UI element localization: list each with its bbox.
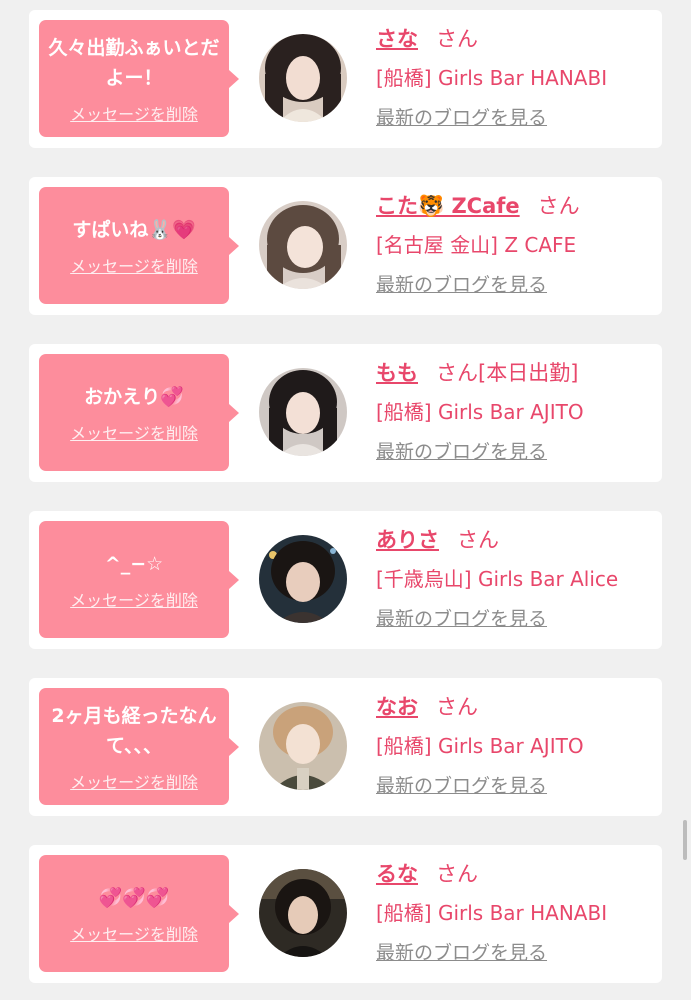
list-item: すぱいね🐰💗 メッセージを削除 こた🐯 ZCafe さん [名古屋 金山] Z C… [29,177,662,315]
delete-message-link[interactable]: メッセージを削除 [70,253,198,277]
message-text: おかえり💞 [84,385,184,408]
honorific: さん [436,361,478,385]
avatar[interactable] [259,368,347,456]
scrollbar[interactable] [683,820,687,860]
avatar[interactable] [259,34,347,122]
message-text: 💞💞💞 [98,886,170,909]
list-item: 久々出勤ふぁいとだよー！ メッセージを削除 さな さん [船橋] Girls Ba… [29,10,662,148]
user-name-link[interactable]: さな [376,27,418,51]
avatar[interactable] [259,201,347,289]
message-bubble: すぱいね🐰💗 メッセージを削除 [39,187,239,304]
message-text: すぱいね🐰💗 [72,218,196,241]
delete-message-link[interactable]: メッセージを削除 [70,101,198,125]
message-text: 2ヶ月も経ったなんて、、、 [51,704,217,757]
avatar[interactable] [259,535,347,623]
message-bubble: ^_−☆ メッセージを削除 [39,521,239,638]
user-name-link[interactable]: なお [376,695,418,719]
list-item: ^_−☆ メッセージを削除 ありさ さん [千歳烏山] Girls Bar Ali… [29,511,662,649]
user-name-link[interactable]: もも [376,361,418,385]
honorific: さん [537,194,580,218]
avatar[interactable] [259,702,347,790]
shop-name: [船橋] Girls Bar HANABI [376,66,608,90]
list-item: 2ヶ月も経ったなんて、、、 メッセージを削除 なお さん [船橋] Girls B… [29,678,662,816]
delete-message-link[interactable]: メッセージを削除 [70,921,198,945]
status-badge: [本日出勤] [478,361,579,385]
honorific: さん [436,27,478,51]
delete-message-link[interactable]: メッセージを削除 [70,769,198,793]
latest-blog-link[interactable]: 最新のブログを見る [376,599,656,639]
latest-blog-link[interactable]: 最新のブログを見る [376,98,656,138]
list-item: おかえり💞 メッセージを削除 もも さん[本日出勤] [船橋] Girls Bar… [29,344,662,482]
message-bubble: 久々出勤ふぁいとだよー！ メッセージを削除 [39,20,239,137]
latest-blog-link[interactable]: 最新のブログを見る [376,766,656,806]
delete-message-link[interactable]: メッセージを削除 [70,420,198,444]
latest-blog-link[interactable]: 最新のブログを見る [376,933,656,973]
message-text: 久々出勤ふぁいとだよー！ [48,36,220,89]
message-bubble: 2ヶ月も経ったなんて、、、 メッセージを削除 [39,688,239,805]
honorific: さん [457,528,499,552]
user-name-link[interactable]: るな [376,862,418,886]
user-name-link[interactable]: ありさ [376,528,439,552]
user-name-link[interactable]: こた🐯 ZCafe [376,194,520,218]
message-bubble: 💞💞💞 メッセージを削除 [39,855,239,972]
delete-message-link[interactable]: メッセージを削除 [70,587,198,611]
shop-name: [船橋] Girls Bar HANABI [376,901,608,925]
shop-name: [千歳烏山] Girls Bar Alice [376,567,619,591]
shop-name: [船橋] Girls Bar AJITO [376,400,584,424]
message-text: ^_−☆ [104,552,164,575]
honorific: さん [436,862,478,886]
shop-name: [船橋] Girls Bar AJITO [376,734,584,758]
list-item: 💞💞💞 メッセージを削除 るな さん [船橋] Girls Bar HANABI … [29,845,662,983]
message-bubble: おかえり💞 メッセージを削除 [39,354,239,471]
shop-name: [名古屋 金山] Z CAFE [376,233,577,257]
latest-blog-link[interactable]: 最新のブログを見る [376,432,656,472]
latest-blog-link[interactable]: 最新のブログを見る [376,265,656,305]
honorific: さん [436,695,478,719]
avatar[interactable] [259,869,347,957]
